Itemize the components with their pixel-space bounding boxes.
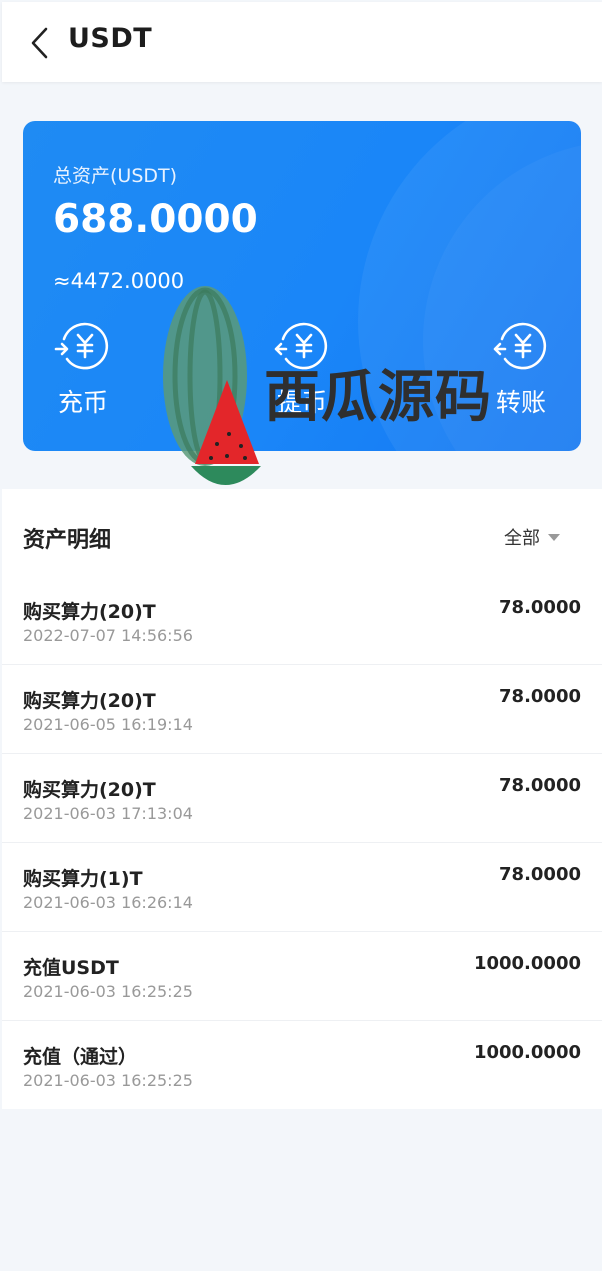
page-title: USDT: [68, 23, 153, 54]
back-button[interactable]: [26, 26, 56, 60]
total-asset-value: 688.0000: [53, 197, 258, 242]
record-item[interactable]: 购买算力(20)T 2022-07-07 14:56:56 78.0000: [2, 576, 602, 665]
filter-dropdown[interactable]: 全部: [504, 524, 560, 549]
recharge-label: 充币: [57, 388, 108, 417]
asset-details-section: 资产明细 全部 购买算力(20)T 2022-07-07 14:56:56 78…: [2, 489, 602, 1109]
record-amount: 1000.0000: [473, 953, 581, 974]
record-time: 2021-06-03 16:26:14: [23, 893, 193, 912]
record-amount: 78.0000: [499, 597, 581, 618]
record-amount: 1000.0000: [473, 1042, 581, 1063]
caret-down-icon: [548, 534, 560, 541]
record-title: 充值USDT: [23, 957, 119, 979]
app-root: USDT 总资产(USDT) 688.0000 ≈4472.0000 充币 提币: [2, 2, 602, 1271]
yen-in-icon: [54, 322, 109, 370]
record-title: 购买算力(20)T: [23, 601, 156, 623]
recharge-button[interactable]: 充币: [38, 317, 128, 417]
filter-label: 全部: [504, 528, 540, 549]
watermark-text: 西瓜源码: [264, 365, 492, 430]
section-title: 资产明细: [23, 528, 112, 553]
record-time: 2021-06-03 17:13:04: [23, 804, 193, 823]
top-bar: USDT: [2, 2, 602, 82]
yen-transfer-icon: [493, 322, 547, 370]
record-amount: 78.0000: [499, 864, 581, 885]
total-asset-label: 总资产(USDT): [53, 165, 178, 187]
record-title: 充值（通过）: [23, 1046, 138, 1068]
record-time: 2021-06-05 16:19:14: [23, 715, 193, 734]
record-item[interactable]: 购买算力(1)T 2021-06-03 16:26:14 78.0000: [2, 843, 602, 932]
record-list: 购买算力(20)T 2022-07-07 14:56:56 78.0000 购买…: [2, 576, 602, 1110]
record-title: 购买算力(20)T: [23, 779, 156, 801]
chevron-left-icon: [31, 27, 48, 59]
record-time: 2022-07-07 14:56:56: [23, 626, 193, 645]
record-time: 2021-06-03 16:25:25: [23, 982, 193, 1001]
record-amount: 78.0000: [499, 686, 581, 707]
record-item[interactable]: 充值（通过） 2021-06-03 16:25:25 1000.0000: [2, 1021, 602, 1110]
record-item[interactable]: 充值USDT 2021-06-03 16:25:25 1000.0000: [2, 932, 602, 1021]
record-time: 2021-06-03 16:25:25: [23, 1071, 193, 1090]
record-title: 购买算力(1)T: [23, 868, 143, 890]
record-item[interactable]: 购买算力(20)T 2021-06-03 17:13:04 78.0000: [2, 754, 602, 843]
record-title: 购买算力(20)T: [23, 690, 156, 712]
record-item[interactable]: 购买算力(20)T 2021-06-05 16:19:14 78.0000: [2, 665, 602, 754]
record-amount: 78.0000: [499, 775, 581, 796]
